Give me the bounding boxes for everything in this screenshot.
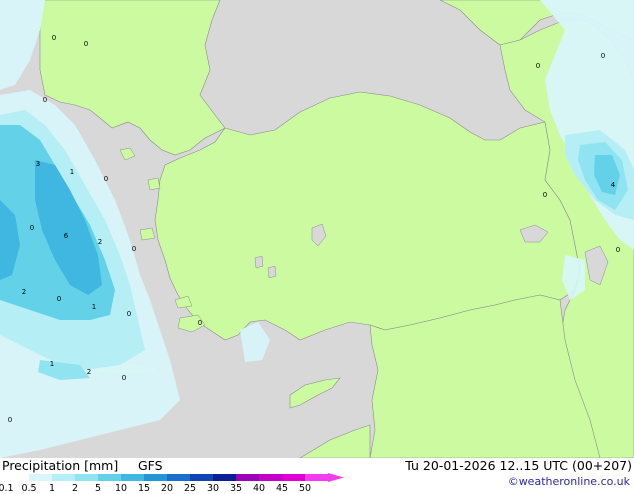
precip-value-label: 0 <box>122 374 126 382</box>
scale-label: 40 <box>252 483 266 494</box>
precip-value-label: 0 <box>536 62 540 70</box>
scale-label: 0.5 <box>21 483 37 494</box>
precip-value-label: 0 <box>198 319 202 327</box>
credit-link[interactable]: ©weatheronline.co.uk <box>508 475 630 488</box>
scale-label: 10 <box>114 483 128 494</box>
precip-value-label: 0 <box>8 416 12 424</box>
precip-value-label: 0 <box>57 295 61 303</box>
scale-cell-45 <box>282 474 305 481</box>
footer-bar: Precipitation [mm] GFS Tu 20-01-2026 12.… <box>0 458 634 494</box>
scale-cell-0.1 <box>6 474 29 481</box>
scale-cell-2 <box>75 474 98 481</box>
scale-cell-0.5 <box>29 474 52 481</box>
precip-value-label: 4 <box>611 181 616 189</box>
scale-label: 30 <box>206 483 220 494</box>
scale-cell-35 <box>236 474 259 481</box>
precip-value-label: 3 <box>36 160 40 168</box>
precip-value-label: 2 <box>98 238 102 246</box>
precip-value-label: 0 <box>601 52 605 60</box>
precip-value-label: 1 <box>70 168 74 176</box>
precip-value-label: 0 <box>616 246 620 254</box>
precip-value-label: 0 <box>127 310 131 318</box>
precip-value-label: 0 <box>84 40 88 48</box>
scale-label: 35 <box>229 483 243 494</box>
precip-value-label: 2 <box>87 368 91 376</box>
scale-label: 25 <box>183 483 197 494</box>
precip-value-label: 0 <box>43 96 47 104</box>
scale-cell-5 <box>98 474 121 481</box>
scale-label: 2 <box>71 483 79 494</box>
scale-label: 1 <box>48 483 56 494</box>
aegean-island <box>139 227 156 241</box>
precip-value-label: 0 <box>104 175 108 183</box>
scale-arrow-icon <box>328 473 344 482</box>
scale-cell-30 <box>213 474 236 481</box>
precip-value-label: 6 <box>64 232 69 240</box>
scale-cell-15 <box>144 474 167 481</box>
scale-cell-20 <box>167 474 190 481</box>
precip-value-label: 0 <box>52 34 56 42</box>
valid-time: Tu 20-01-2026 12..15 UTC (00+207) <box>405 458 632 473</box>
precipitation-map: 0 0 0 0 0 3 1 0 0 6 2 0 2 0 1 0 1 2 0 0 0 4 0 0 <box>0 0 634 459</box>
scale-label: 50 <box>298 483 312 494</box>
precip-value-label: 0 <box>30 224 34 232</box>
scale-cell-25 <box>190 474 213 481</box>
precip-value-label: 0 <box>132 245 136 253</box>
precip-value-label: 2 <box>22 288 26 296</box>
scale-label: 20 <box>160 483 174 494</box>
precip-value-label: 0 <box>543 191 547 199</box>
model-name: GFS <box>138 458 163 473</box>
scale-cell-40 <box>259 474 282 481</box>
product-title: Precipitation [mm] <box>2 458 119 473</box>
scale-label: 45 <box>275 483 289 494</box>
aegean-island <box>147 177 161 191</box>
scale-cell-50 <box>305 474 328 481</box>
scale-cell-1 <box>52 474 75 481</box>
scale-label: 5 <box>94 483 102 494</box>
scale-label: 0.1 <box>0 483 14 494</box>
lake <box>254 255 264 269</box>
precip-value-label: 1 <box>50 360 54 368</box>
lake <box>267 265 277 279</box>
scale-cell-10 <box>121 474 144 481</box>
precip-value-label: 1 <box>92 303 96 311</box>
scale-label: 15 <box>137 483 151 494</box>
